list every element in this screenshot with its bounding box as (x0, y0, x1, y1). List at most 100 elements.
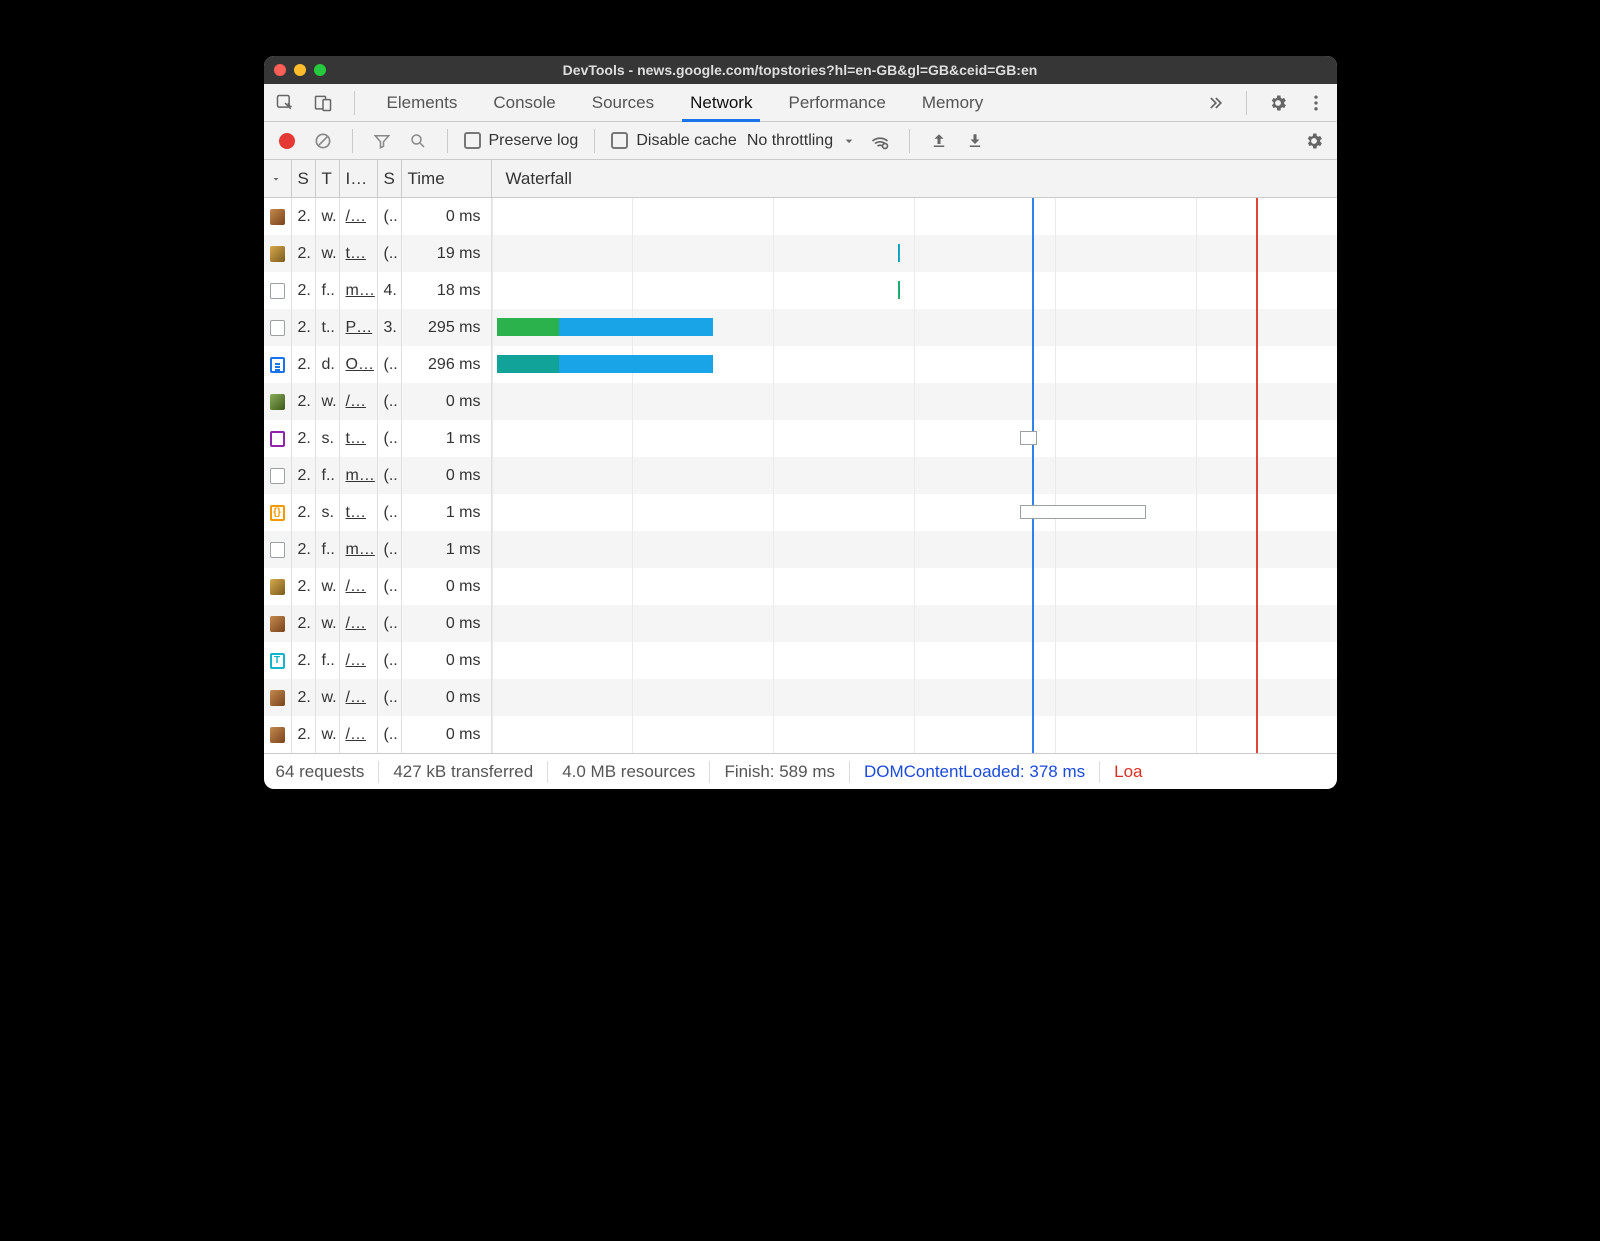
tab-memory[interactable]: Memory (904, 84, 1001, 121)
cell-time: 0 ms (402, 198, 492, 235)
cell-initiator: /… (340, 198, 378, 235)
cell-size: (.. (378, 716, 402, 753)
cell-status: 2. (292, 494, 316, 531)
preserve-log-checkbox[interactable]: Preserve log (464, 132, 579, 150)
record-button[interactable] (274, 128, 300, 154)
column-time[interactable]: Time (402, 160, 492, 197)
separator (1246, 91, 1247, 115)
cell-name (264, 420, 292, 457)
cell-initiator: m… (340, 531, 378, 568)
cell-name (264, 494, 292, 531)
table-row[interactable]: 2.w./…(..0 ms (264, 716, 1337, 753)
cell-type: f.. (316, 272, 340, 309)
table-row[interactable]: 2.w./…(..0 ms (264, 605, 1337, 642)
table-row[interactable]: 2.f..m…4.18 ms (264, 272, 1337, 309)
resource-type-icon (270, 505, 285, 521)
cell-size: (.. (378, 494, 402, 531)
table-row[interactable]: 2.w.t…(..19 ms (264, 235, 1337, 272)
minimize-button[interactable] (294, 64, 306, 76)
search-icon[interactable] (405, 128, 431, 154)
cell-type: f.. (316, 642, 340, 679)
cell-size: (.. (378, 235, 402, 272)
cell-time: 295 ms (402, 309, 492, 346)
status-transferred: 427 kB transferred (393, 762, 533, 782)
tab-sources[interactable]: Sources (574, 84, 672, 121)
cell-time: 0 ms (402, 716, 492, 753)
gear-icon[interactable] (1265, 90, 1291, 116)
zoom-button[interactable] (314, 64, 326, 76)
cell-time: 0 ms (402, 383, 492, 420)
cell-status: 2. (292, 198, 316, 235)
column-initiator[interactable]: I… (340, 160, 378, 197)
cell-time: 1 ms (402, 420, 492, 457)
cell-name (264, 309, 292, 346)
table-row[interactable]: 2.s.t…(..1 ms (264, 420, 1337, 457)
cell-size: 4. (378, 272, 402, 309)
cell-type: w. (316, 679, 340, 716)
table-row[interactable]: 2.w./…(..0 ms (264, 679, 1337, 716)
close-button[interactable] (274, 64, 286, 76)
column-name[interactable] (264, 160, 292, 197)
cell-initiator: /… (340, 383, 378, 420)
table-row[interactable]: 2.f..m…(..0 ms (264, 457, 1337, 494)
cell-status: 2. (292, 309, 316, 346)
column-type[interactable]: T (316, 160, 340, 197)
cell-waterfall (492, 716, 1337, 753)
table-row[interactable]: 2.s.t…(..1 ms (264, 494, 1337, 531)
download-har-icon[interactable] (962, 128, 988, 154)
cell-name (264, 272, 292, 309)
cell-name (264, 198, 292, 235)
tab-network[interactable]: Network (672, 84, 770, 121)
column-waterfall[interactable]: Waterfall (492, 160, 1337, 197)
table-row[interactable]: 2.t..P…3.295 ms (264, 309, 1337, 346)
tab-console[interactable]: Console (475, 84, 573, 121)
kebab-icon[interactable] (1303, 90, 1329, 116)
table-row[interactable]: 2.d.O…(..296 ms (264, 346, 1337, 383)
throttling-select[interactable]: No throttling (747, 132, 857, 150)
separator (352, 129, 353, 153)
clear-icon[interactable] (310, 128, 336, 154)
cell-waterfall (492, 568, 1337, 605)
cell-time: 0 ms (402, 605, 492, 642)
table-row[interactable]: 2.f../…(..0 ms (264, 642, 1337, 679)
cell-status: 2. (292, 420, 316, 457)
cell-waterfall (492, 346, 1337, 383)
separator (447, 129, 448, 153)
column-size[interactable]: S (378, 160, 402, 197)
table-row[interactable]: 2.f..m…(..1 ms (264, 531, 1337, 568)
column-status[interactable]: S (292, 160, 316, 197)
cell-size: (.. (378, 679, 402, 716)
network-conditions-icon[interactable] (867, 128, 893, 154)
chevrons-right-icon[interactable] (1202, 90, 1228, 116)
cell-size: (.. (378, 198, 402, 235)
table-row[interactable]: 2.w./…(..0 ms (264, 568, 1337, 605)
cell-initiator: t… (340, 235, 378, 272)
cell-name (264, 568, 292, 605)
cell-time: 1 ms (402, 494, 492, 531)
cell-time: 1 ms (402, 531, 492, 568)
table-row[interactable]: 2.w./…(..0 ms (264, 198, 1337, 235)
cell-name (264, 383, 292, 420)
cell-time: 0 ms (402, 457, 492, 494)
inspect-element-icon[interactable] (272, 90, 298, 116)
network-table-body: 2.w./…(..0 ms2.w.t…(..19 ms2.f..m…4.18 m… (264, 198, 1337, 753)
resource-type-icon (270, 246, 285, 262)
resource-type-icon (270, 727, 285, 743)
tab-performance[interactable]: Performance (770, 84, 903, 121)
panel-settings-icon[interactable] (1301, 128, 1327, 154)
network-toolbar: Preserve log Disable cache No throttling (264, 122, 1337, 160)
separator (594, 129, 595, 153)
upload-har-icon[interactable] (926, 128, 952, 154)
disable-cache-label: Disable cache (636, 132, 737, 150)
traffic-lights (274, 64, 326, 76)
cell-status: 2. (292, 383, 316, 420)
disable-cache-checkbox[interactable]: Disable cache (611, 132, 737, 150)
cell-waterfall (492, 198, 1337, 235)
resource-type-icon (270, 431, 285, 447)
filter-icon[interactable] (369, 128, 395, 154)
device-toggle-icon[interactable] (310, 90, 336, 116)
table-row[interactable]: 2.w./…(..0 ms (264, 383, 1337, 420)
tab-elements[interactable]: Elements (369, 84, 476, 121)
checkbox-icon (464, 132, 481, 149)
window-title: DevTools - news.google.com/topstories?hl… (264, 62, 1337, 78)
